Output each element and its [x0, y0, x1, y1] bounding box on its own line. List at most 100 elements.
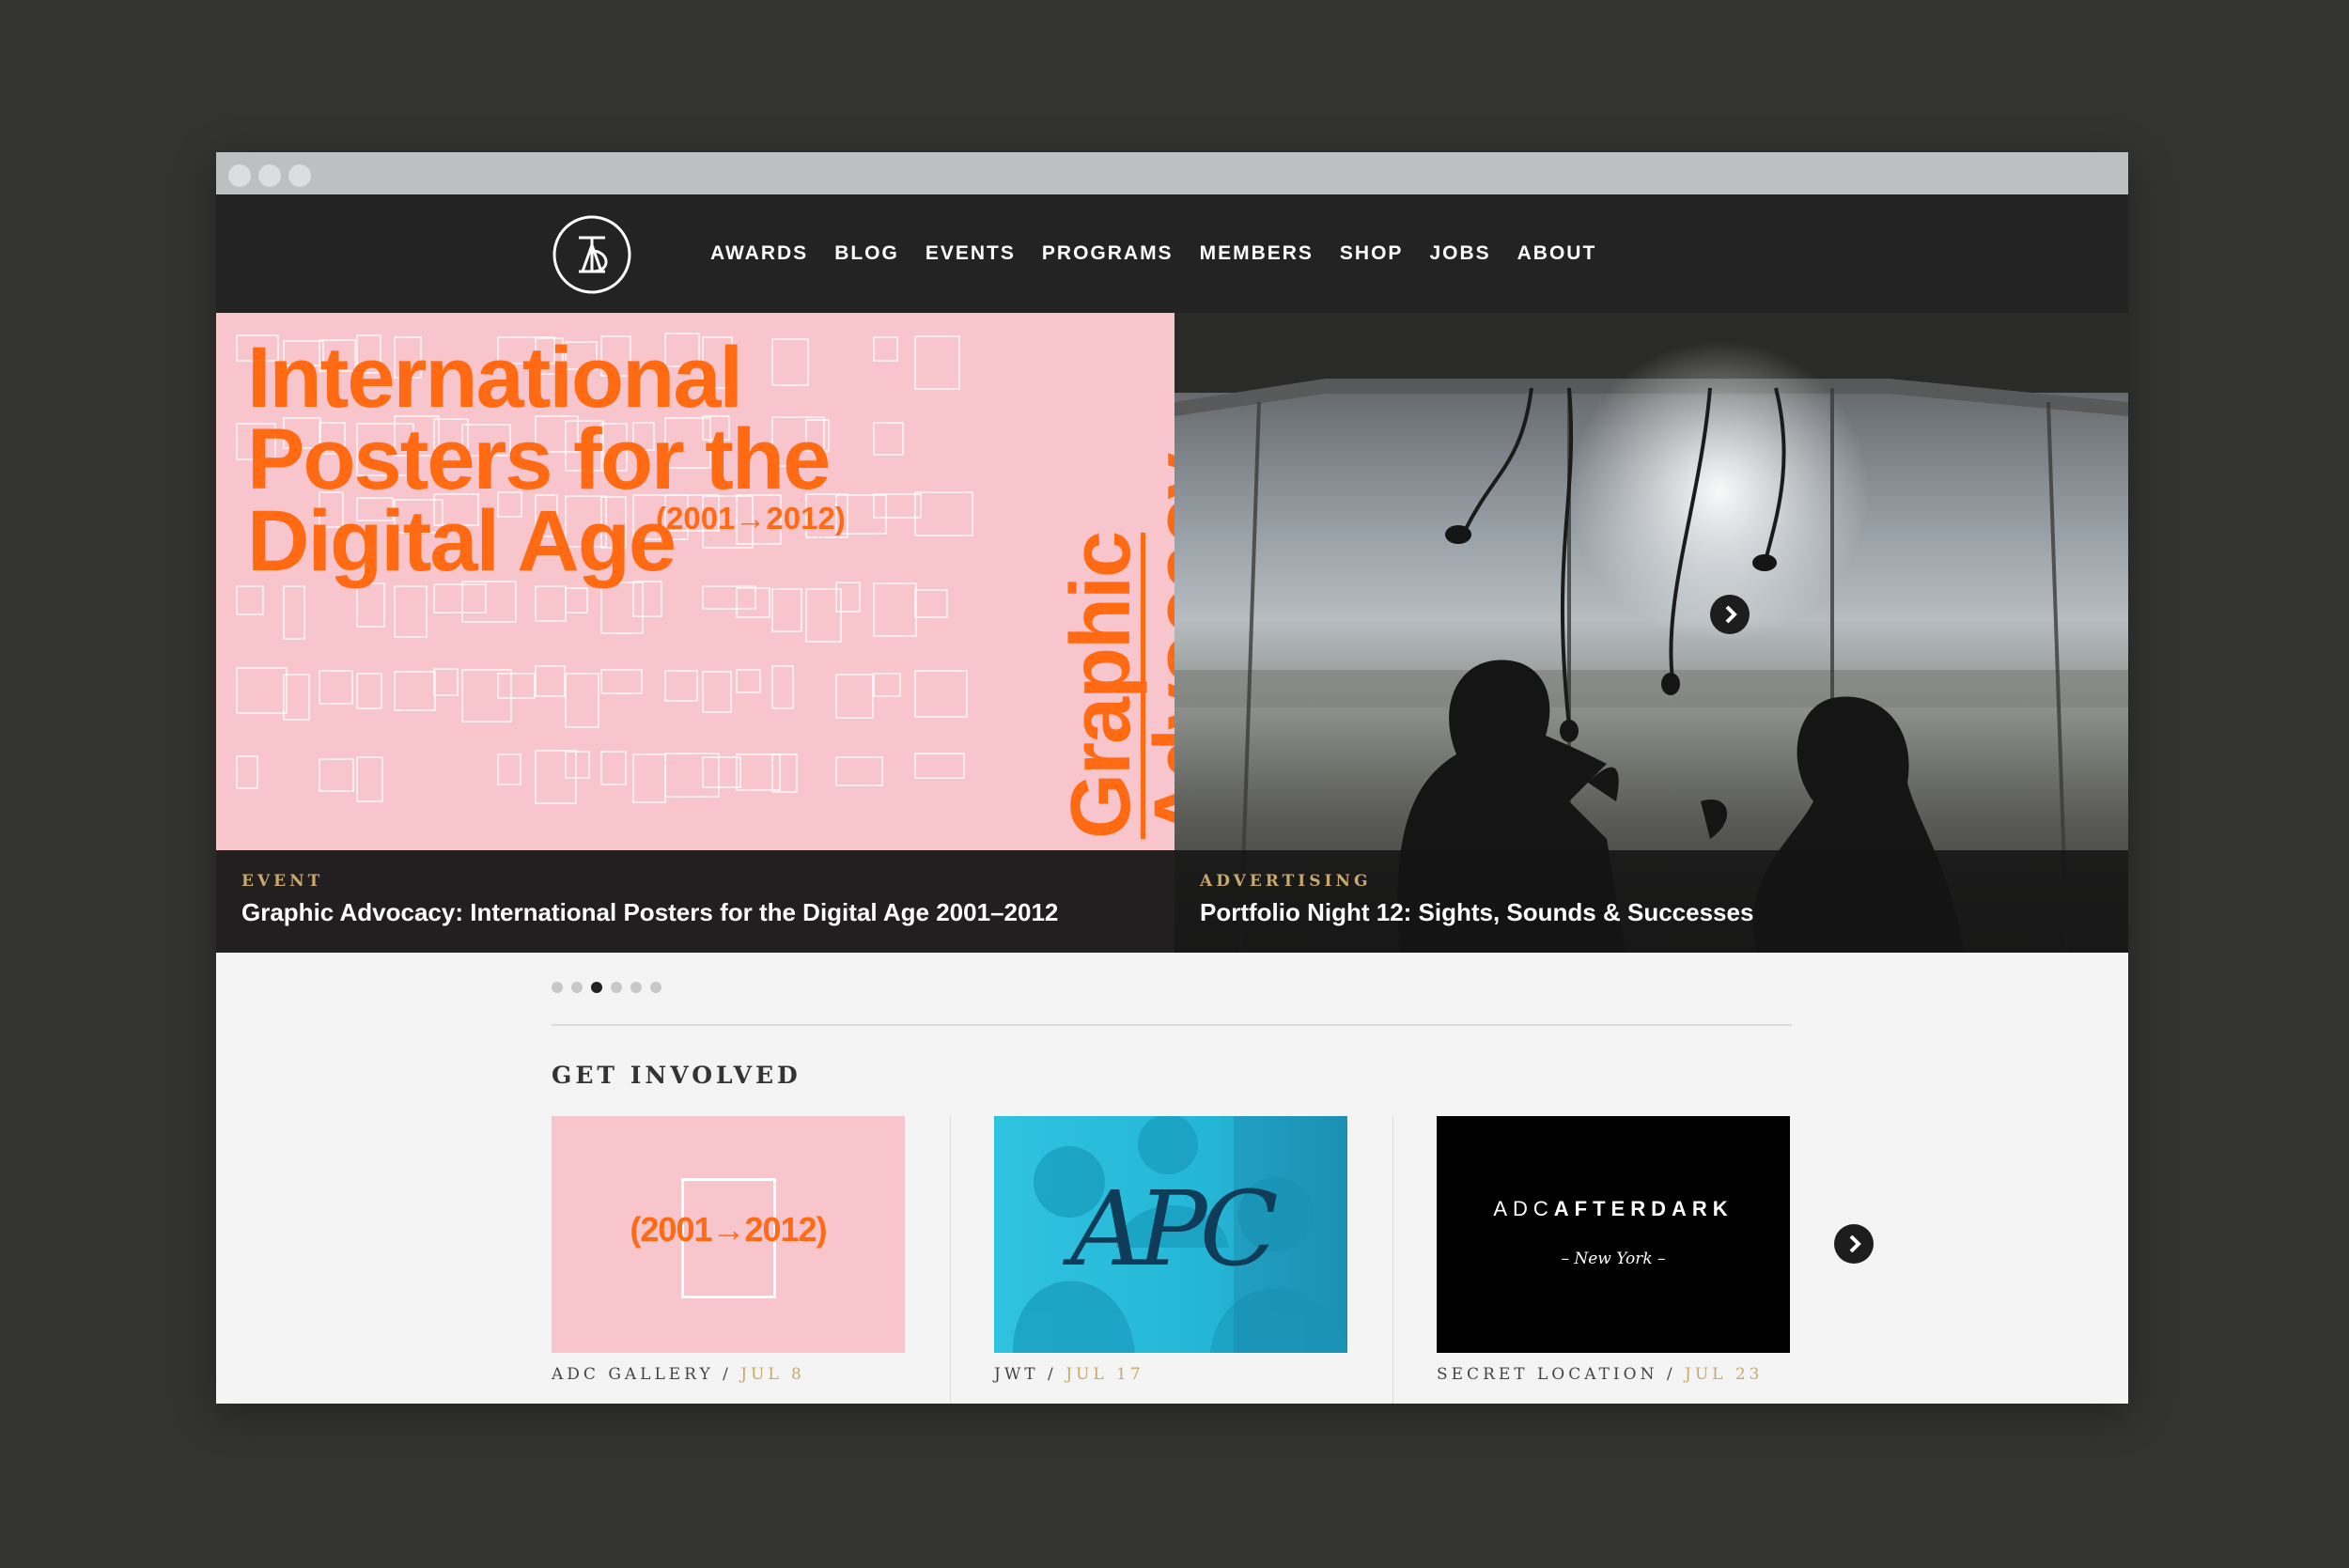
event-date: JUL 23 [1685, 1365, 1764, 1384]
poster-thumbnail [394, 585, 428, 638]
get-involved-title: GET INVOLVED [552, 1062, 801, 1089]
hero-slide-portfolio-night[interactable]: ADVERTISING Portfolio Night 12: Sights, … [1174, 313, 2128, 953]
hero-caption-left: EVENT Graphic Advocacy: International Po… [216, 850, 1174, 953]
poster-vertical-title: Graphic Advocacy [1054, 454, 1174, 839]
event-location: SECRET LOCATION [1437, 1365, 1658, 1384]
event-card-meta: ADC GALLERY / JUL 8 [552, 1365, 805, 1384]
nav-awards[interactable]: AWARDS [710, 242, 808, 265]
main-nav: AWARDS BLOG EVENTS PROGRAMS MEMBERS SHOP… [710, 194, 1623, 313]
nav-shop[interactable]: SHOP [1340, 242, 1404, 265]
section-divider [552, 1024, 1792, 1026]
poster-thumbnail [236, 667, 288, 714]
poster-thumbnail [319, 670, 353, 705]
carousel-pager [552, 982, 661, 993]
poster-thumbnail [356, 756, 383, 802]
poster-thumbnail [914, 589, 948, 618]
window-maximize-button[interactable] [288, 164, 311, 187]
pager-dot[interactable] [611, 982, 622, 993]
event-card-meta: JWT / JUL 17 [994, 1365, 1144, 1384]
poster-thumbnail [702, 756, 741, 788]
poster-thumbnail [771, 665, 794, 709]
top-navigation: AWARDS BLOG EVENTS PROGRAMS MEMBERS SHOP… [216, 194, 2128, 313]
poster-thumbnail [914, 670, 968, 718]
window-close-button[interactable] [228, 164, 251, 187]
card-separator [950, 1116, 951, 1404]
event-card-afterdark[interactable]: ADCAFTERDARK – New York – SECRET LOCATIO… [1437, 1116, 1790, 1384]
poster-thumbnail [632, 753, 666, 803]
poster-thumbnail [835, 756, 883, 786]
adc-logo-icon[interactable] [551, 213, 633, 296]
poster-thumbnail [600, 582, 644, 634]
poster-thumbnail [600, 669, 643, 694]
poster-thumbnail [873, 673, 901, 697]
poster-thumbnail [835, 582, 861, 613]
poster-thumbnail [461, 669, 512, 722]
poster-thumbnail [356, 673, 382, 709]
pager-dot[interactable] [552, 982, 563, 993]
poster-thumbnail [565, 673, 599, 728]
nav-blog[interactable]: BLOG [834, 242, 899, 265]
event-card-adc-gallery[interactable]: (2001→2012) ADC GALLERY / JUL 8 [552, 1116, 905, 1384]
pager-dot[interactable] [591, 982, 602, 993]
poster-thumbnail [394, 671, 436, 711]
event-card-jwt[interactable]: APC JWT / JUL 17 [994, 1116, 1347, 1384]
cards-next-button[interactable] [1834, 1224, 1874, 1264]
event-card-years: (2001→2012) [630, 1210, 827, 1249]
slide-title[interactable]: Portfolio Night 12: Sights, Sounds & Suc… [1200, 898, 1753, 927]
poster-thumbnail [236, 585, 264, 615]
hero-next-button[interactable] [1710, 595, 1750, 634]
pager-dot[interactable] [630, 982, 642, 993]
poster-thumbnail [702, 585, 756, 610]
poster-thumbnail [236, 755, 258, 789]
browser-chrome [216, 152, 2128, 194]
event-card-image: ADCAFTERDARK – New York – [1437, 1116, 1790, 1353]
apc-logo-text: APC [1070, 1169, 1279, 1289]
poster-thumbnail [664, 670, 698, 702]
window-minimize-button[interactable] [258, 164, 281, 187]
slide-title[interactable]: Graphic Advocacy: International Posters … [241, 898, 1058, 927]
nav-events[interactable]: EVENTS [926, 242, 1016, 265]
nav-jobs[interactable]: JOBS [1429, 242, 1490, 265]
poster-thumbnail [771, 753, 798, 793]
poster-years: (2001→2012) [656, 501, 846, 536]
slide-category: ADVERTISING [1200, 872, 1372, 891]
event-date: JUL 8 [740, 1365, 805, 1384]
poster-thumbnail [736, 753, 781, 791]
poster-thumbnail [497, 753, 521, 785]
poster-thumbnail [497, 673, 536, 699]
event-location: ADC GALLERY [552, 1365, 714, 1384]
poster-thumbnail [535, 750, 577, 804]
event-card-image: APC [994, 1116, 1347, 1353]
hero-carousel: International Posters for the Digital Ag… [216, 313, 2128, 953]
slide-category: EVENT [241, 872, 324, 891]
event-date: JUL 17 [1066, 1365, 1144, 1384]
poster-thumbnail [873, 582, 917, 637]
poster-thumbnail [535, 585, 567, 622]
poster-thumbnail [835, 674, 874, 719]
nav-programs[interactable]: PROGRAMS [1042, 242, 1174, 265]
poster-thumbnail [736, 669, 761, 693]
poster-thumbnail [565, 751, 590, 779]
hero-slide-graphic-advocacy[interactable]: International Posters for the Digital Ag… [216, 313, 1174, 953]
chevron-right-icon [1725, 605, 1737, 624]
poster-thumbnail [535, 665, 566, 697]
pager-dot[interactable] [650, 982, 661, 993]
poster-thumbnail [565, 587, 588, 613]
card-separator [1392, 1116, 1393, 1404]
poster-thumbnail [283, 585, 305, 640]
poster-thumbnail [702, 671, 732, 713]
poster-thumbnail [600, 751, 627, 785]
poster-thumbnail [771, 588, 802, 632]
poster-thumbnail [283, 674, 310, 721]
nav-about[interactable]: ABOUT [1517, 242, 1597, 265]
chevron-right-icon [1849, 1234, 1861, 1253]
browser-window: AWARDS BLOG EVENTS PROGRAMS MEMBERS SHOP… [216, 152, 2128, 1404]
event-location: JWT [994, 1365, 1039, 1384]
hero-caption-right: ADVERTISING Portfolio Night 12: Sights, … [1174, 850, 2128, 953]
event-card-meta: SECRET LOCATION / JUL 23 [1437, 1365, 1764, 1384]
poster-thumbnail [356, 582, 385, 628]
nav-members[interactable]: MEMBERS [1200, 242, 1314, 265]
poster-thumbnail [664, 753, 720, 798]
poster-thumbnail [433, 668, 459, 696]
pager-dot[interactable] [571, 982, 583, 993]
